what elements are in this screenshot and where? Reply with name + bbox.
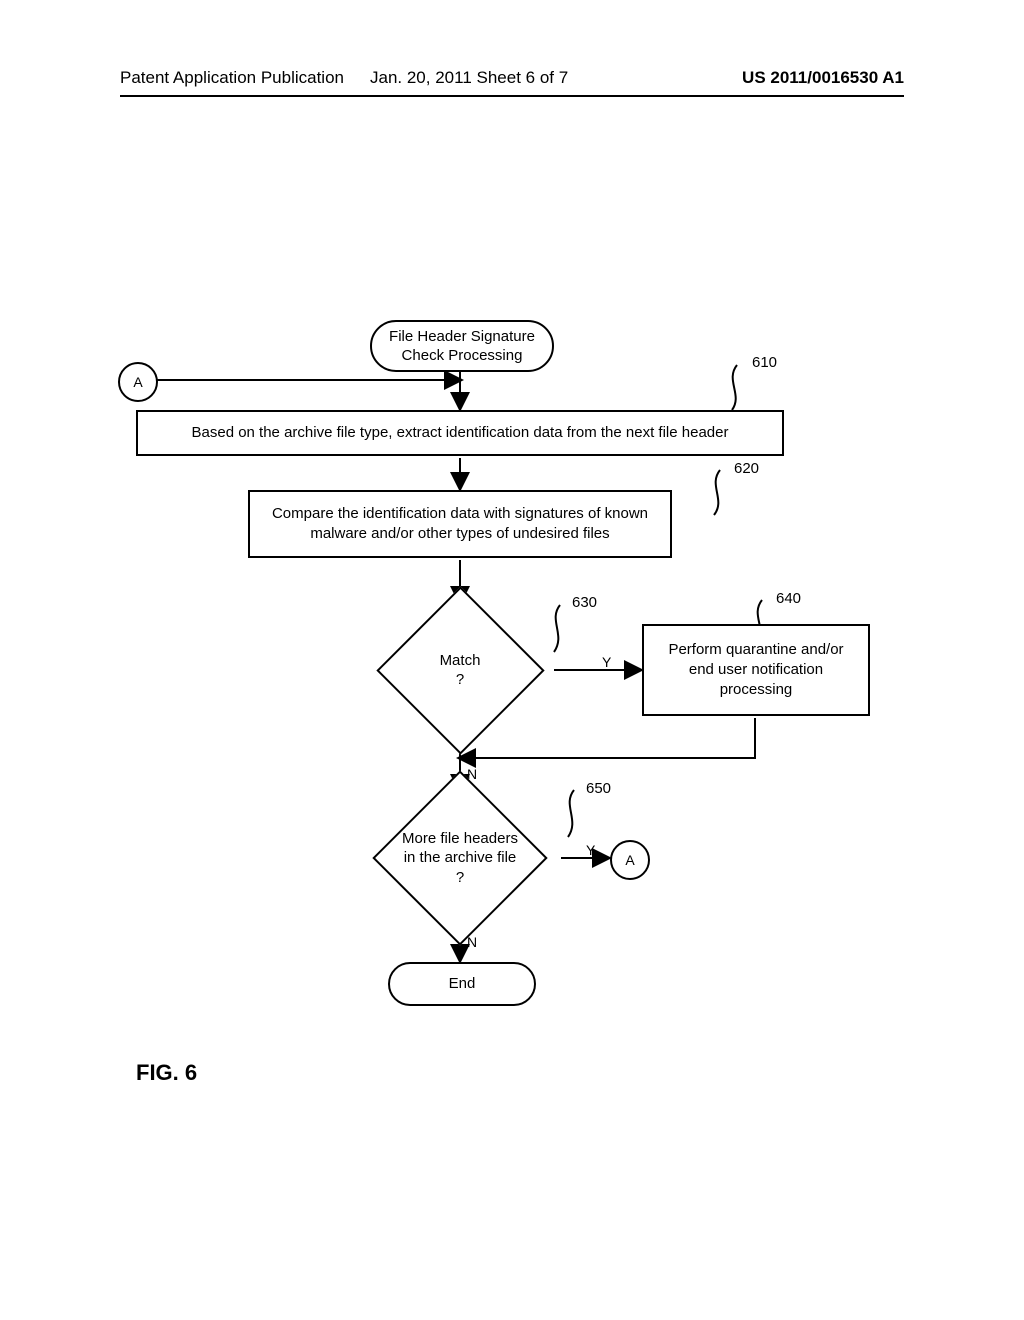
ref-610: 610 [752,354,777,371]
header-center: Jan. 20, 2011 Sheet 6 of 7 [370,68,568,88]
process-620: Compare the identification data with sig… [248,490,672,558]
page-stage: Patent Application Publication Jan. 20, … [0,0,1024,1320]
process-620-text: Compare the identification data with sig… [272,504,648,545]
header-left: Patent Application Publication [120,68,344,88]
header-right: US 2011/0016530 A1 [742,68,904,88]
connector-a-exit: A [610,840,650,880]
header-rule [120,95,904,97]
start-label: File Header Signature Check Processing [389,327,535,366]
connector-a-entry-label: A [133,374,142,390]
connector-a-exit-label: A [625,852,634,868]
process-610: Based on the archive file type, extract … [136,410,784,456]
start-terminator: File Header Signature Check Processing [370,320,554,372]
label-650-yes: Y [586,842,595,858]
figure-caption: FIG. 6 [136,1060,197,1086]
decision-630: Match ? [366,602,554,738]
ref-650: 650 [586,780,611,797]
decision-630-text: Match ? [440,651,481,690]
decision-650-text: More file headers in the archive file ? [402,829,518,888]
process-610-text: Based on the archive file type, extract … [192,423,729,443]
process-640-text: Perform quarantine and/or end user notif… [668,640,843,701]
ref-640: 640 [776,590,801,607]
ref-630: 630 [572,594,597,611]
decision-650: More file headers in the archive file ? [360,790,560,926]
end-terminator: End [388,962,536,1006]
end-label: End [449,974,476,994]
label-630-yes: Y [602,654,611,670]
process-640: Perform quarantine and/or end user notif… [642,624,870,716]
label-650-no: N [467,934,477,950]
connector-a-entry: A [118,362,158,402]
ref-620: 620 [734,460,759,477]
